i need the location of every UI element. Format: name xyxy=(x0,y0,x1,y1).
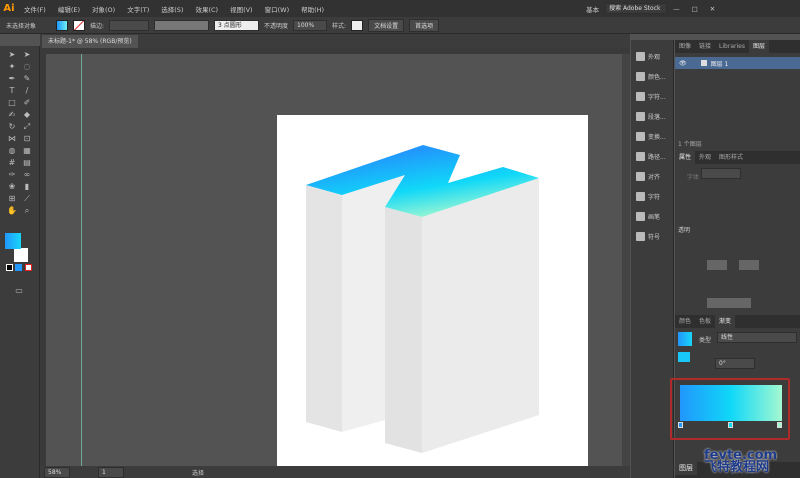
tab-layers[interactable]: 图层 xyxy=(748,40,769,53)
dock-paragraph[interactable]: 段落... xyxy=(631,106,673,126)
tab-graphic-styles[interactable]: 图形样式 xyxy=(715,151,747,164)
align-icon xyxy=(636,171,645,181)
dock-appearance[interactable]: 外观 xyxy=(631,46,673,66)
right-pillar-front xyxy=(422,178,539,453)
tab-gradient[interactable]: 渐变 xyxy=(715,315,736,328)
tab-swatches[interactable]: 色板 xyxy=(695,315,715,328)
tab-properties[interactable]: 属性 xyxy=(675,151,696,164)
right-pillar-side xyxy=(385,207,422,453)
tab-libraries[interactable]: Libraries xyxy=(715,40,749,53)
brush-icon xyxy=(636,211,645,221)
dock-color[interactable]: 颜色... xyxy=(631,66,673,86)
dock-character[interactable]: 字符... xyxy=(631,86,673,106)
gradient-type-label: 类型 xyxy=(699,337,712,344)
gradient-fill-stroke-icon[interactable] xyxy=(678,352,690,362)
tab-layers-bottom[interactable]: 图层 xyxy=(675,462,697,475)
gradient-type-select[interactable]: 线性 xyxy=(717,332,797,343)
collapsed-panel-dock: 外观 颜色... 字符... 段落... 变换... 路径... 对齐 字符 画… xyxy=(631,40,674,478)
paragraph-icon xyxy=(636,111,645,121)
mask-swatch[interactable] xyxy=(739,260,760,270)
gradient-angle-input[interactable]: 0° xyxy=(715,358,755,369)
dock-character-2[interactable]: 字符 xyxy=(631,186,673,206)
layer-row[interactable]: 👁 图层 1 xyxy=(675,57,800,69)
gradient-panel-tabs: 颜色 色板 渐变 xyxy=(675,315,800,328)
blend-field[interactable] xyxy=(707,298,751,308)
status-bar: 58% 1 选择 xyxy=(40,466,630,478)
vertical-scrollbar[interactable] xyxy=(622,54,630,466)
character-icon xyxy=(636,191,645,201)
tab-appearance[interactable]: 外观 xyxy=(695,151,715,164)
highlight-frame xyxy=(670,378,790,440)
gradient-preview[interactable] xyxy=(678,332,692,346)
pathfinder-icon xyxy=(636,151,645,161)
opacity-swatch[interactable] xyxy=(707,260,727,270)
dock-symbols[interactable]: 符号 xyxy=(631,226,673,246)
properties-tabs: 属性 外观 图形样式 xyxy=(675,151,800,164)
status-tool[interactable]: 选择 xyxy=(192,468,204,477)
dock-transform[interactable]: 变换... xyxy=(631,126,673,146)
font-label: 字体 xyxy=(687,174,700,181)
layers-panel-tabs: 图像 链接 Libraries 图层 xyxy=(675,40,800,53)
font-select[interactable] xyxy=(701,168,742,179)
color-icon xyxy=(636,71,645,81)
appearance-icon xyxy=(636,51,645,61)
transform-icon xyxy=(636,131,645,141)
artboard-number-select[interactable]: 1 xyxy=(98,466,124,478)
tab-images[interactable]: 图像 xyxy=(675,40,695,53)
dock-align[interactable]: 对齐 xyxy=(631,166,673,186)
character-icon xyxy=(636,91,645,101)
tab-links[interactable]: 链接 xyxy=(695,40,715,53)
layer-count: 1 个图层 xyxy=(678,141,702,148)
zoom-level-select[interactable]: 58% xyxy=(44,466,70,478)
dock-pathfinder[interactable]: 路径... xyxy=(631,146,673,166)
symbol-icon xyxy=(636,231,645,241)
watermark: fevte.com 飞特教程网 xyxy=(704,448,778,475)
eye-icon[interactable]: 👁 xyxy=(679,60,687,67)
tab-color[interactable]: 颜色 xyxy=(675,315,695,328)
left-pillar-side xyxy=(306,185,342,432)
transparency-section[interactable]: 透明 xyxy=(675,225,800,234)
layer-thumbnail xyxy=(700,60,707,66)
dock-brushes[interactable]: 画笔 xyxy=(631,206,673,226)
